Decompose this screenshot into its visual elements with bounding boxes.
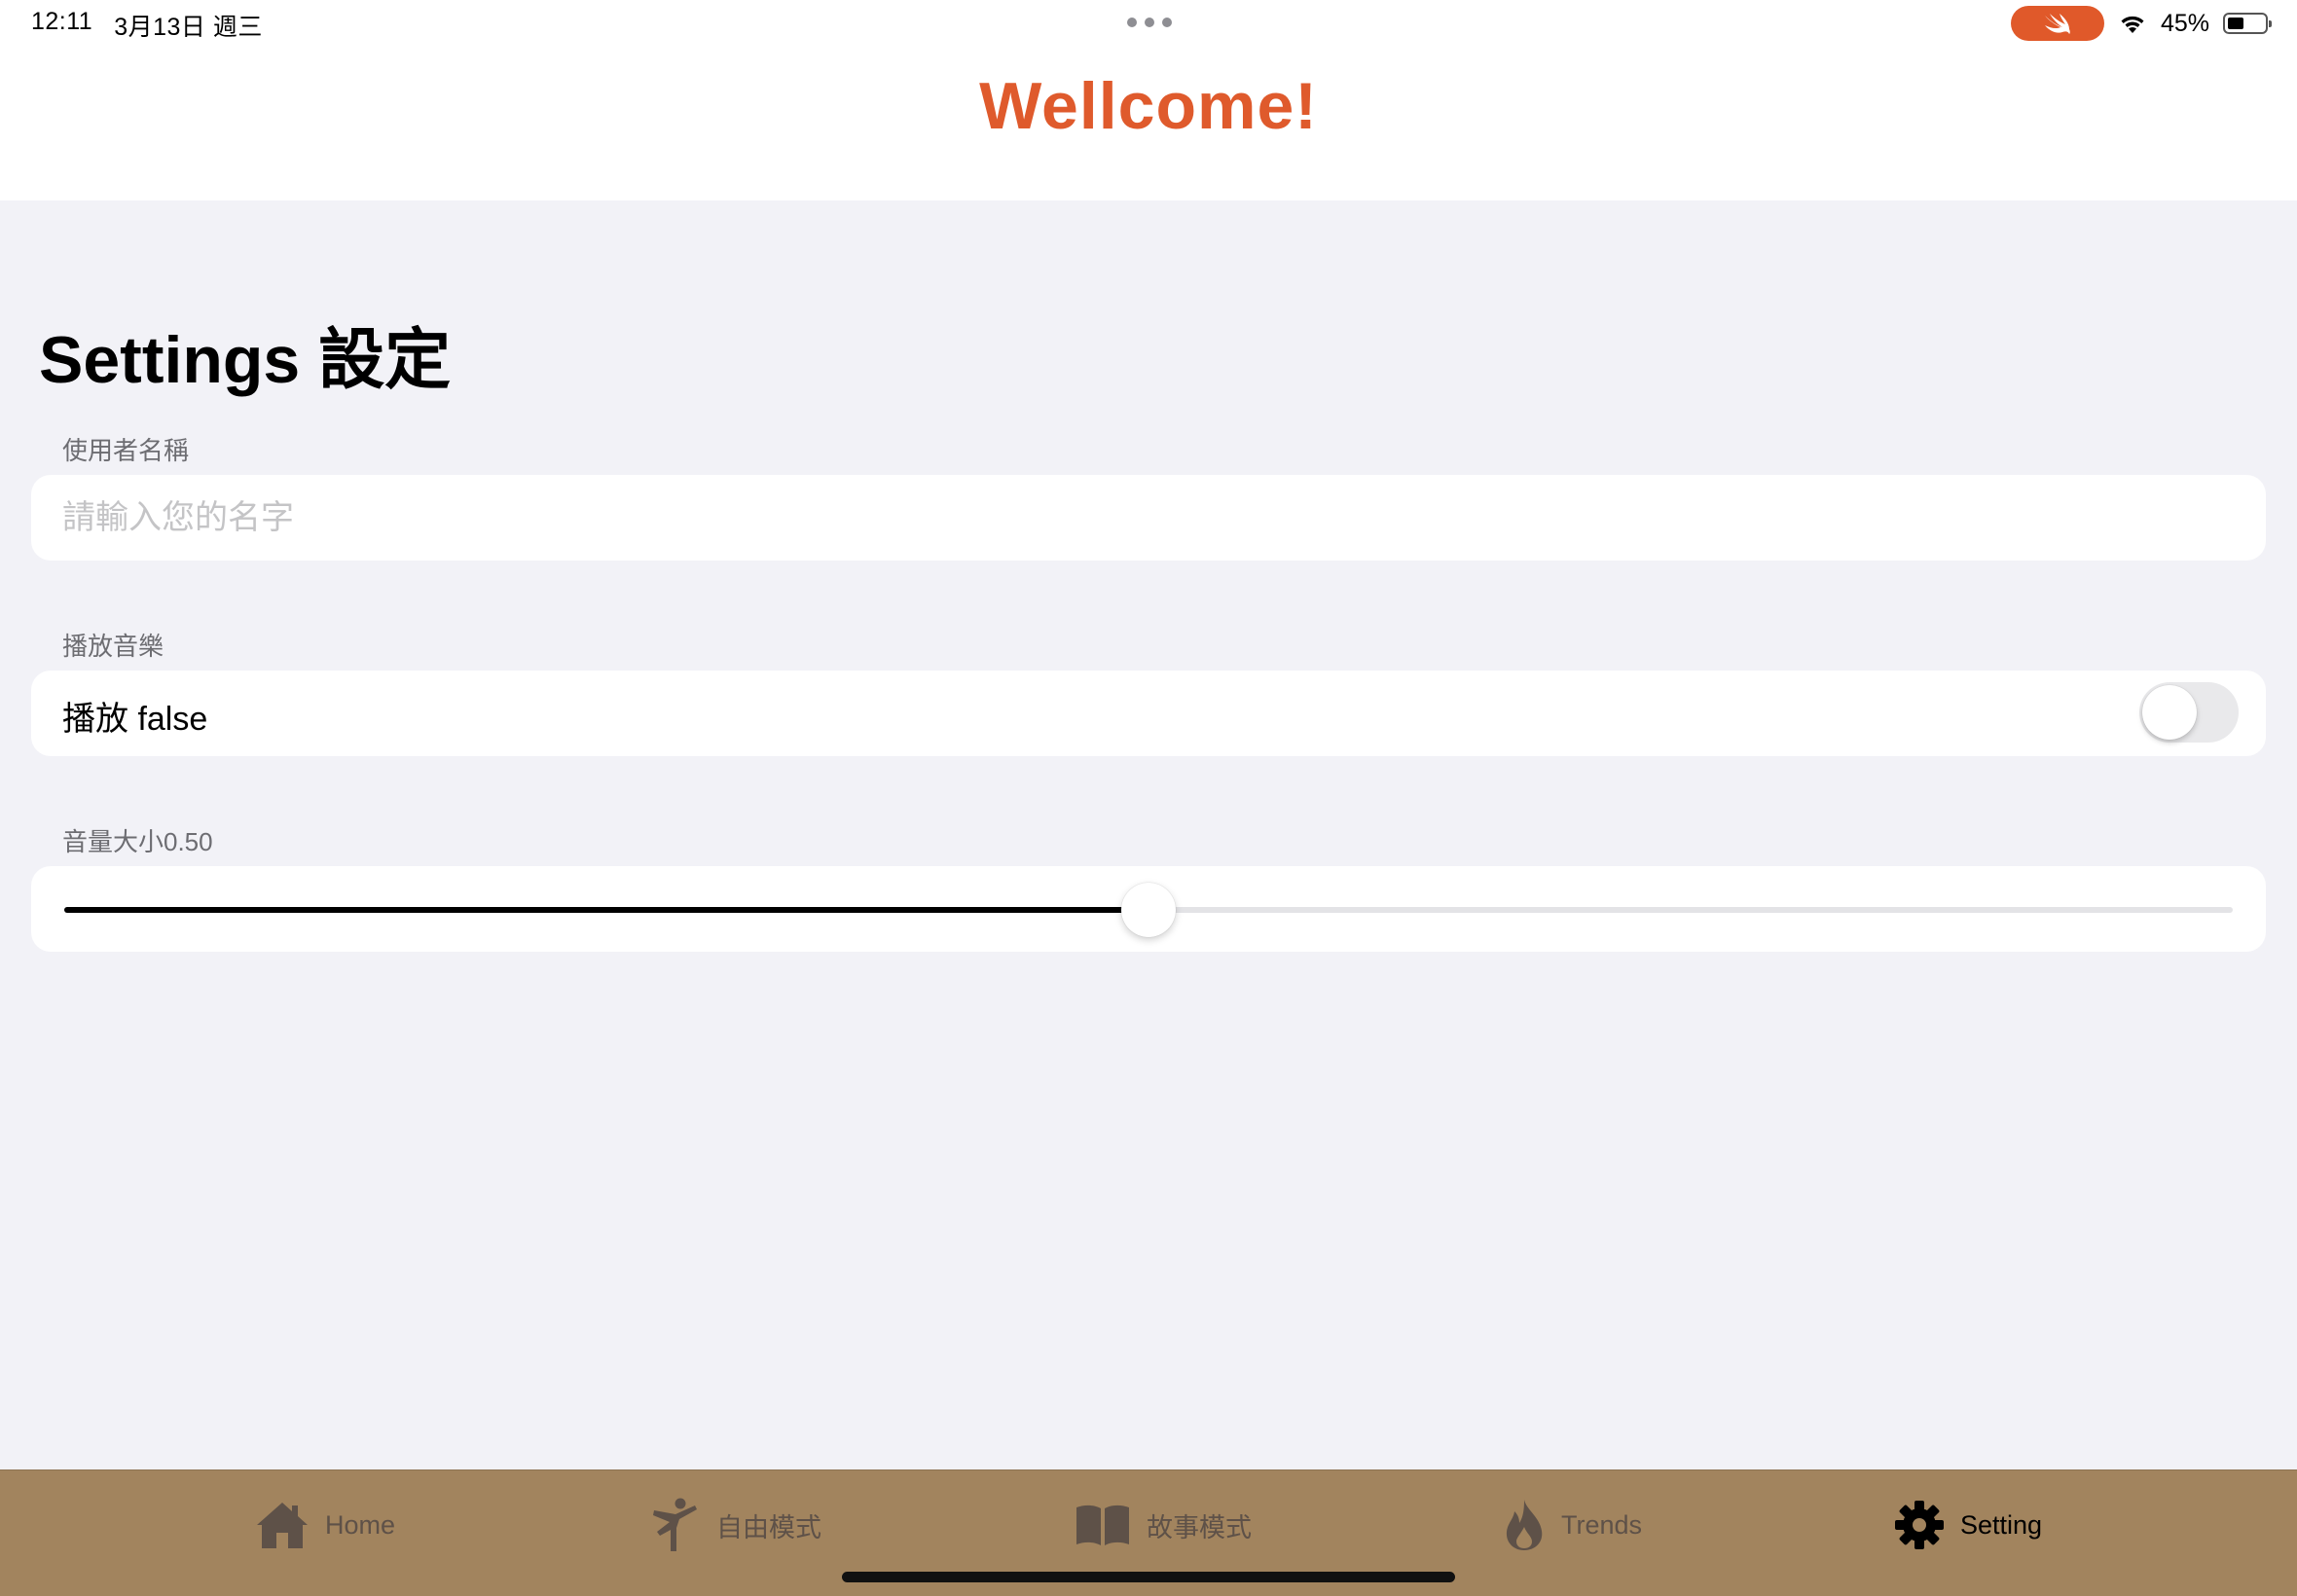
tab-setting[interactable]: Setting <box>1894 1496 2042 1554</box>
flame-icon <box>1506 1500 1543 1550</box>
tab-label: 故事模式 <box>1147 1512 1252 1542</box>
home-indicator[interactable] <box>842 1572 1455 1582</box>
house-icon <box>257 1503 308 1548</box>
top-header-area: 12:11 3月13日 週三 45% Wellcome! <box>0 0 2297 200</box>
screen: 12:11 3月13日 週三 45% Wellcome! Settings 設定… <box>0 0 2297 1596</box>
tab-label: Home <box>325 1509 396 1540</box>
tab-home[interactable]: Home <box>255 1496 395 1554</box>
dot <box>1145 18 1154 27</box>
dot <box>1127 18 1137 27</box>
dot <box>1162 18 1172 27</box>
tab-trends[interactable]: Trends <box>1503 1496 1642 1554</box>
swift-playgrounds-pill[interactable] <box>2010 6 2104 41</box>
tab-label: 自由模式 <box>716 1512 821 1542</box>
tab-label: Setting <box>1960 1509 2043 1540</box>
volume-card <box>31 866 2266 952</box>
volume-section-header: 音量大小0.50 <box>62 827 213 856</box>
toggle-knob <box>2142 685 2197 740</box>
book-icon <box>1076 1505 1129 1545</box>
battery-icon <box>2223 13 2272 34</box>
volume-slider[interactable] <box>64 883 2233 937</box>
status-date: 3月13日 週三 <box>114 14 263 41</box>
welcome-title: Wellcome! <box>979 69 1318 143</box>
tab-story-mode[interactable]: 故事模式 <box>1075 1496 1252 1554</box>
battery-percentage: 45% <box>2160 9 2209 37</box>
volume-slider-thumb[interactable] <box>1121 883 1176 937</box>
volume-slider-fill <box>64 907 1148 913</box>
music-section-header: 播放音樂 <box>62 632 164 661</box>
gear-icon <box>1895 1501 1944 1549</box>
status-bar-right: 45% <box>2010 6 2272 41</box>
figure-kick-icon <box>653 1498 697 1551</box>
swift-icon <box>2044 14 2070 34</box>
username-input[interactable] <box>62 475 2233 561</box>
music-card: 播放 false <box>31 671 2266 756</box>
tab-free-mode[interactable]: 自由模式 <box>650 1496 821 1554</box>
play-music-label: 播放 false <box>62 701 208 738</box>
multitasking-menu[interactable] <box>1127 18 1172 27</box>
page-title: Settings 設定 <box>39 323 452 397</box>
tab-label: Trends <box>1561 1509 1643 1540</box>
username-card <box>31 475 2266 561</box>
play-music-toggle[interactable] <box>2139 682 2239 743</box>
status-bar-left: 12:11 3月13日 週三 <box>31 8 263 43</box>
wifi-icon <box>2121 16 2144 33</box>
status-time: 12:11 <box>31 8 93 35</box>
username-section-header: 使用者名稱 <box>62 436 190 465</box>
